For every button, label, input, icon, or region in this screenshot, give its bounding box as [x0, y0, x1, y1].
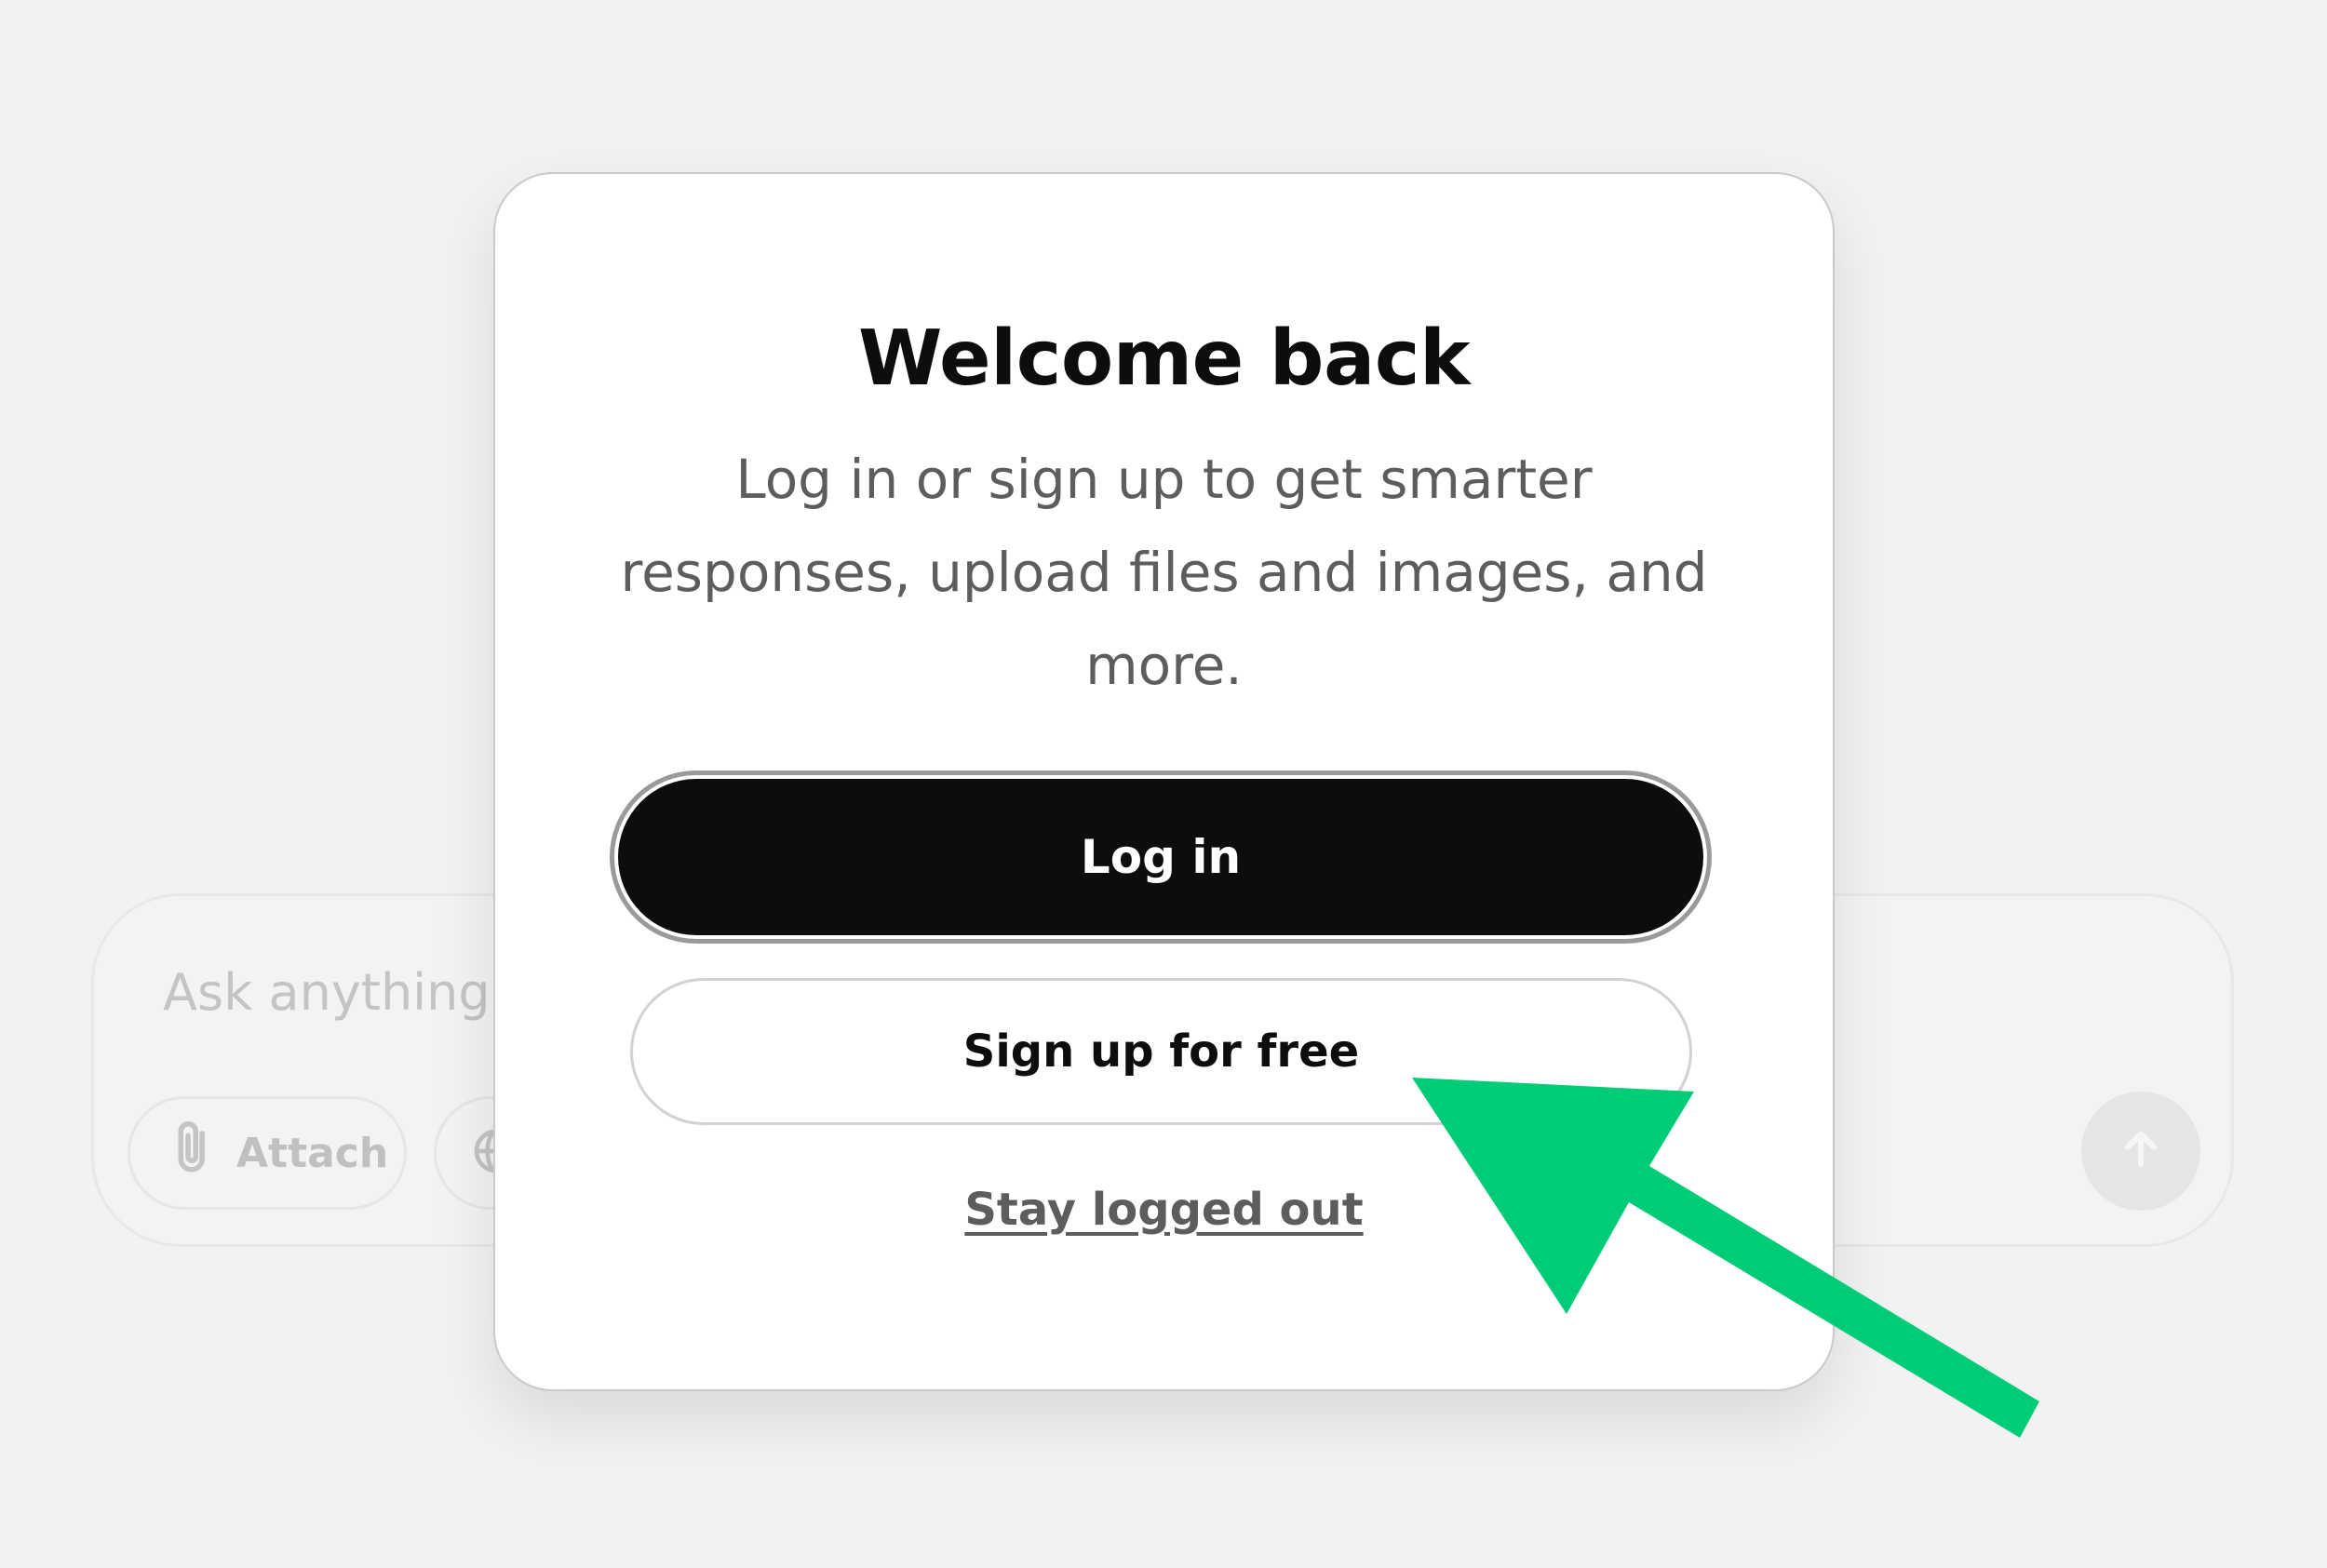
subtitle-line: responses, upload files and images, and: [620, 541, 1708, 604]
signup-button[interactable]: Sign up for free: [630, 978, 1692, 1125]
stay-logged-out-container: Stay logged out: [495, 1184, 1833, 1236]
composer-input[interactable]: Ask anything: [163, 963, 491, 1022]
login-button[interactable]: Log in: [618, 779, 1703, 935]
paperclip-icon: [168, 1119, 220, 1188]
login-modal: Welcome back Log in or sign up to get sm…: [493, 172, 1835, 1391]
send-button[interactable]: [2081, 1092, 2200, 1211]
modal-title: Welcome back: [858, 315, 1470, 403]
stay-logged-out-link[interactable]: Stay logged out: [964, 1184, 1363, 1236]
subtitle-line: Log in or sign up to get smarter: [735, 448, 1593, 511]
arrow-up-icon: [2115, 1123, 2167, 1179]
subtitle-line: more.: [1085, 634, 1243, 697]
attach-label: Attach: [236, 1129, 389, 1177]
modal-subtitle: Log in or sign up to get smarter respons…: [495, 433, 1833, 712]
attach-button[interactable]: Attach: [128, 1096, 407, 1210]
